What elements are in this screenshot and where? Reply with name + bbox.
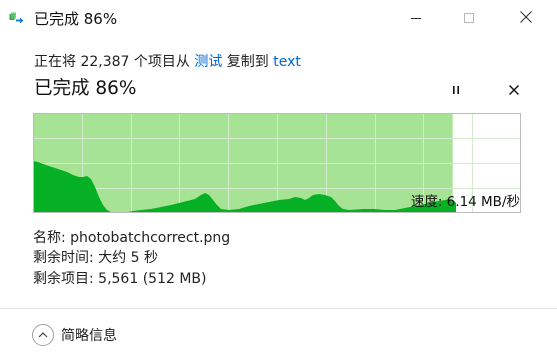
cancel-copy-button[interactable] <box>506 82 522 98</box>
source-folder-link[interactable]: 测试 <box>194 54 222 70</box>
status-middle: 复制到 <box>222 54 274 70</box>
close-icon <box>508 81 520 100</box>
copy-status-text: 正在将 22,387 个项目从 测试 复制到 text <box>34 53 301 71</box>
pause-button[interactable] <box>448 82 464 98</box>
items-remaining: 剩余项目: 5,561 (512 MB) <box>33 271 207 287</box>
footer-divider <box>0 308 557 309</box>
copy-files-icon <box>9 11 25 27</box>
maximize-icon <box>463 9 475 28</box>
close-button[interactable] <box>503 0 549 36</box>
fewer-details-label: 简略信息 <box>61 328 117 344</box>
speed-label: 速度: 6.14 MB/秒 <box>410 194 520 210</box>
title-bar: 已完成 86% <box>0 0 557 36</box>
minimize-icon <box>410 9 422 28</box>
minimize-button[interactable] <box>393 0 439 36</box>
file-name: 名称: photobatchcorrect.png <box>33 230 231 246</box>
pause-icon <box>450 81 462 100</box>
time-remaining: 剩余时间: 大约 5 秒 <box>33 250 158 266</box>
window-title: 已完成 86% <box>34 10 118 28</box>
close-icon <box>519 9 533 28</box>
destination-folder-link[interactable]: text <box>273 54 301 70</box>
progress-heading: 已完成 86% <box>34 78 137 99</box>
fewer-details-toggle[interactable]: 简略信息 <box>32 322 117 348</box>
chevron-up-icon <box>32 324 54 346</box>
status-prefix: 正在将 22,387 个项目从 <box>34 54 195 70</box>
maximize-button[interactable] <box>446 0 492 36</box>
